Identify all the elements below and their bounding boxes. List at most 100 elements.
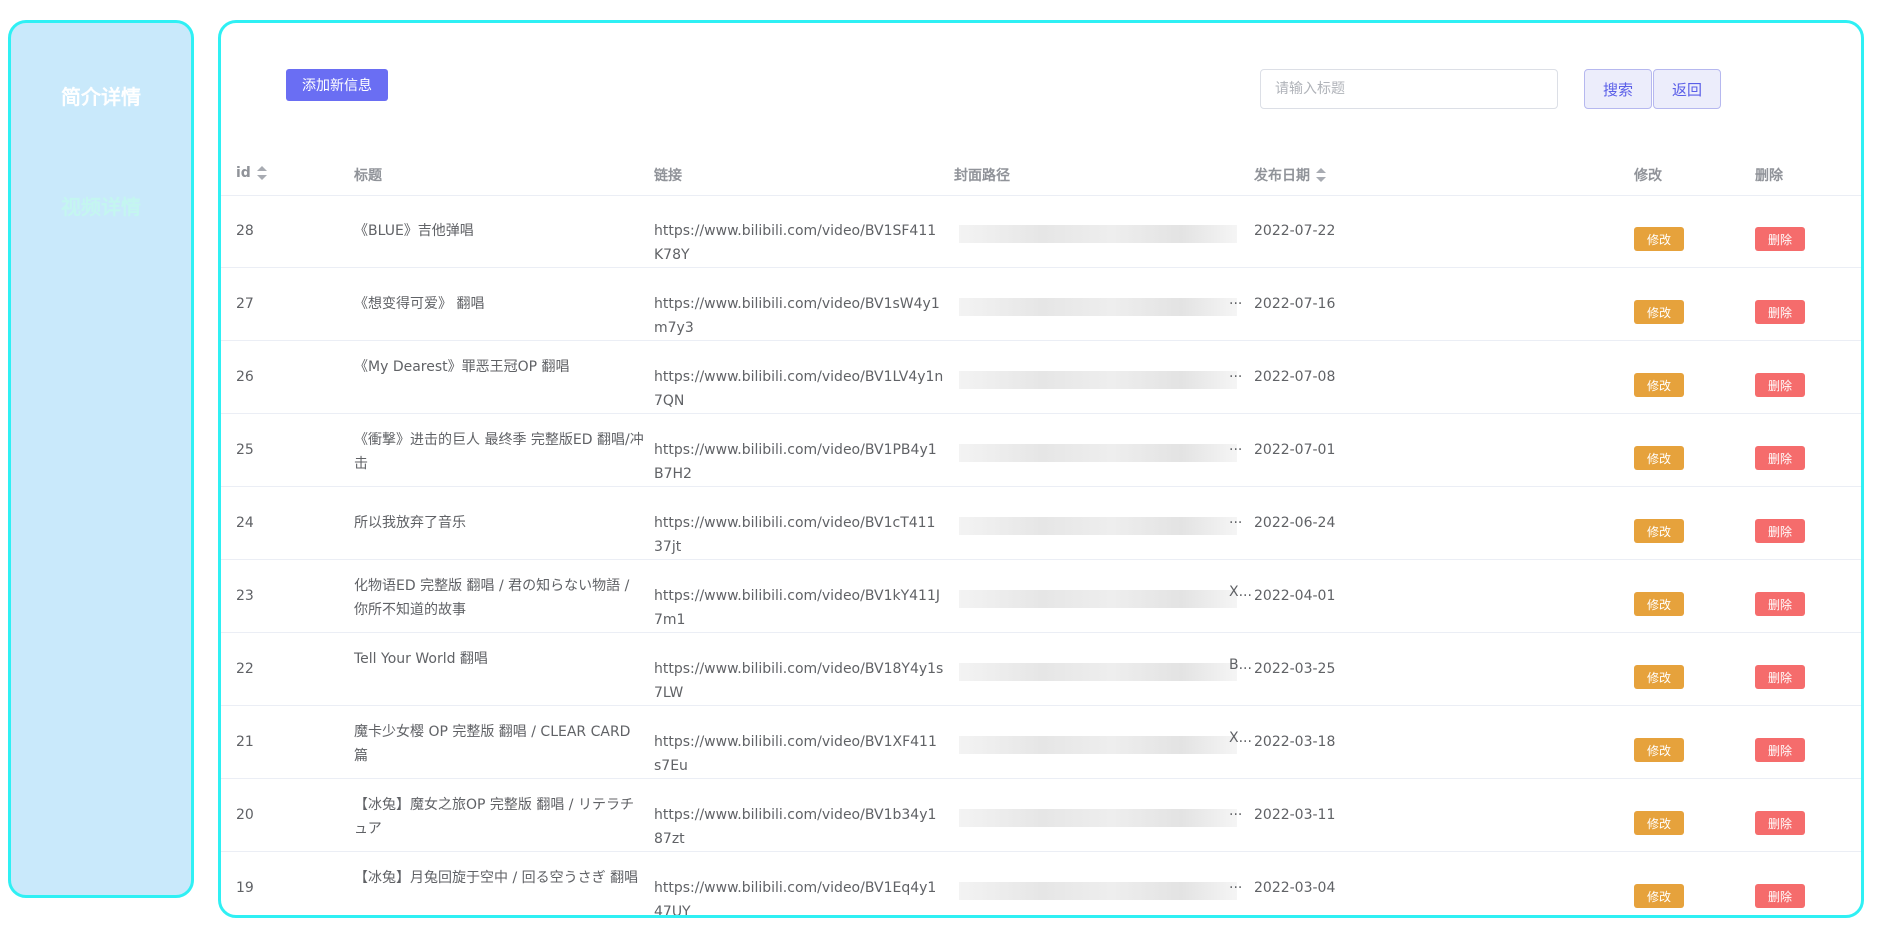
table-row: 23 化物语ED 完整版 翻唱 / 君の知らない物語 / 你所不知道的故事 http… bbox=[221, 560, 1861, 633]
cell-title: 《My Dearest》罪恶王冠OP 翻唱 bbox=[354, 359, 570, 375]
table-row: 20 【冰兔】魔女之旅OP 完整版 翻唱 / リテラチュア https://www.… bbox=[221, 779, 1861, 852]
edit-button[interactable]: 修改 bbox=[1634, 446, 1684, 470]
cell-id: 25 bbox=[236, 442, 254, 458]
header-id-label: id bbox=[236, 165, 251, 181]
add-new-info-button[interactable]: 添加新信息 bbox=[286, 69, 388, 101]
search-input[interactable] bbox=[1260, 69, 1558, 109]
cell-link: https://www.bilibili.com/video/BV1kY411J… bbox=[654, 588, 941, 628]
delete-button[interactable]: 删除 bbox=[1755, 592, 1805, 616]
delete-button[interactable]: 删除 bbox=[1755, 665, 1805, 689]
delete-button[interactable]: 删除 bbox=[1755, 300, 1805, 324]
cell-link: https://www.bilibili.com/video/BV1SF411K… bbox=[654, 223, 937, 263]
header-delete-label: 删除 bbox=[1755, 168, 1783, 184]
sidebar: 简介详情 视频详情 bbox=[8, 20, 194, 898]
edit-button[interactable]: 修改 bbox=[1634, 738, 1684, 762]
cell-title: 化物语ED 完整版 翻唱 / 君の知らない物語 / 你所不知道的故事 bbox=[354, 578, 630, 618]
cell-date: 2022-03-18 bbox=[1254, 734, 1336, 750]
cell-id: 27 bbox=[236, 296, 254, 312]
cell-id: 21 bbox=[236, 734, 254, 750]
cell-cover-ellipsis: B... bbox=[1229, 657, 1252, 673]
cell-id: 23 bbox=[236, 588, 254, 604]
cell-id: 28 bbox=[236, 223, 254, 239]
cell-title: 《BLUE》吉他弹唱 bbox=[354, 223, 474, 239]
cell-cover-ellipsis: ... bbox=[1229, 803, 1243, 819]
cell-id: 19 bbox=[236, 880, 254, 896]
cell-cover-ellipsis: ... bbox=[1229, 292, 1243, 308]
header-id[interactable]: id bbox=[236, 165, 267, 181]
cell-date: 2022-07-08 bbox=[1254, 369, 1336, 385]
cell-link: https://www.bilibili.com/video/BV18Y4y1s… bbox=[654, 661, 944, 701]
cell-cover-ellipsis: ... bbox=[1229, 876, 1243, 892]
sort-icon[interactable] bbox=[1316, 168, 1326, 182]
header-edit-label: 修改 bbox=[1634, 168, 1662, 184]
header-date[interactable]: 发布日期 bbox=[1254, 165, 1326, 185]
cell-title: 《想变得可爱》 翻唱 bbox=[354, 296, 485, 312]
edit-button[interactable]: 修改 bbox=[1634, 665, 1684, 689]
edit-button[interactable]: 修改 bbox=[1634, 373, 1684, 397]
cell-link: https://www.bilibili.com/video/BV1b34y18… bbox=[654, 807, 937, 847]
back-button[interactable]: 返回 bbox=[1653, 69, 1721, 109]
cell-title: 《衝撃》进击的巨人 最终季 完整版ED 翻唱/冲击 bbox=[354, 432, 644, 472]
sort-icon[interactable] bbox=[256, 166, 267, 180]
cell-link: https://www.bilibili.com/video/BV1cT4113… bbox=[654, 515, 936, 555]
delete-button[interactable]: 删除 bbox=[1755, 227, 1805, 251]
cover-path-blurred bbox=[959, 517, 1237, 535]
header-edit: 修改 bbox=[1634, 165, 1662, 185]
cover-path-blurred bbox=[959, 809, 1237, 827]
table-row: 19 【冰兔】月兔回旋于空中 / 回る空うさぎ 翻唱 https://www.bil… bbox=[221, 852, 1861, 918]
delete-button[interactable]: 删除 bbox=[1755, 446, 1805, 470]
header-link: 链接 bbox=[654, 165, 682, 185]
table-row: 22 Tell Your World 翻唱 https://www.bilibili… bbox=[221, 633, 1861, 706]
header-delete: 删除 bbox=[1755, 165, 1783, 185]
cell-date: 2022-07-01 bbox=[1254, 442, 1336, 458]
edit-button[interactable]: 修改 bbox=[1634, 811, 1684, 835]
cover-path-blurred bbox=[959, 663, 1237, 681]
table-row: 27 《想变得可爱》 翻唱 https://www.bilibili.com/vid… bbox=[221, 268, 1861, 341]
cell-link: https://www.bilibili.com/video/BV1LV4y1n… bbox=[654, 369, 944, 409]
cell-date: 2022-03-04 bbox=[1254, 880, 1336, 896]
edit-button[interactable]: 修改 bbox=[1634, 519, 1684, 543]
cell-date: 2022-04-01 bbox=[1254, 588, 1336, 604]
cover-path-blurred bbox=[959, 736, 1237, 754]
cell-title: 所以我放弃了音乐 bbox=[354, 515, 466, 531]
table-row: 21 魔卡少女樱 OP 完整版 翻唱 / CLEAR CARD篇 https://w… bbox=[221, 706, 1861, 779]
delete-button[interactable]: 删除 bbox=[1755, 884, 1805, 908]
table-row: 25 《衝撃》进击的巨人 最终季 完整版ED 翻唱/冲击 https://www.b… bbox=[221, 414, 1861, 487]
edit-button[interactable]: 修改 bbox=[1634, 300, 1684, 324]
delete-button[interactable]: 删除 bbox=[1755, 519, 1805, 543]
cover-path-blurred bbox=[959, 371, 1237, 389]
cell-date: 2022-03-11 bbox=[1254, 807, 1336, 823]
sidebar-item-video-details[interactable]: 视频详情 bbox=[11, 191, 191, 220]
table-row: 24 所以我放弃了音乐 https://www.bilibili.com/video… bbox=[221, 487, 1861, 560]
cover-path-blurred bbox=[959, 444, 1237, 462]
header-date-label: 发布日期 bbox=[1254, 168, 1310, 184]
cell-cover-ellipsis: ... bbox=[1229, 365, 1243, 381]
cell-cover-ellipsis: X... bbox=[1229, 730, 1252, 746]
cell-cover-ellipsis: ... bbox=[1229, 438, 1243, 454]
cell-id: 20 bbox=[236, 807, 254, 823]
cell-link: https://www.bilibili.com/video/BV1PB4y1B… bbox=[654, 442, 937, 482]
edit-button[interactable]: 修改 bbox=[1634, 884, 1684, 908]
cell-title: 【冰兔】魔女之旅OP 完整版 翻唱 / リテラチュア bbox=[354, 797, 634, 837]
cover-path-blurred bbox=[959, 590, 1237, 608]
cell-link: https://www.bilibili.com/video/BV1sW4y1m… bbox=[654, 296, 940, 336]
cell-date: 2022-07-16 bbox=[1254, 296, 1336, 312]
cell-link: https://www.bilibili.com/video/BV1XF411s… bbox=[654, 734, 937, 774]
search-button[interactable]: 搜索 bbox=[1584, 69, 1652, 109]
sidebar-item-intro-details[interactable]: 简介详情 bbox=[11, 81, 191, 110]
cover-path-blurred bbox=[959, 225, 1237, 243]
cell-id: 22 bbox=[236, 661, 254, 677]
delete-button[interactable]: 删除 bbox=[1755, 811, 1805, 835]
cell-title: 魔卡少女樱 OP 完整版 翻唱 / CLEAR CARD篇 bbox=[354, 724, 631, 764]
cover-path-blurred bbox=[959, 298, 1237, 316]
edit-button[interactable]: 修改 bbox=[1634, 227, 1684, 251]
cell-cover-ellipsis: X... bbox=[1229, 584, 1252, 600]
edit-button[interactable]: 修改 bbox=[1634, 592, 1684, 616]
cell-date: 2022-06-24 bbox=[1254, 515, 1336, 531]
table-row: 26 《My Dearest》罪恶王冠OP 翻唱 https://www.bilib… bbox=[221, 341, 1861, 414]
cell-link: https://www.bilibili.com/video/BV1Eq4y14… bbox=[654, 880, 937, 918]
cell-id: 24 bbox=[236, 515, 254, 531]
delete-button[interactable]: 删除 bbox=[1755, 738, 1805, 762]
main-panel: 添加新信息 搜索 返回 id 标题 链接 封面路径 发布日期 修改 删除 28 《… bbox=[218, 20, 1864, 918]
delete-button[interactable]: 删除 bbox=[1755, 373, 1805, 397]
